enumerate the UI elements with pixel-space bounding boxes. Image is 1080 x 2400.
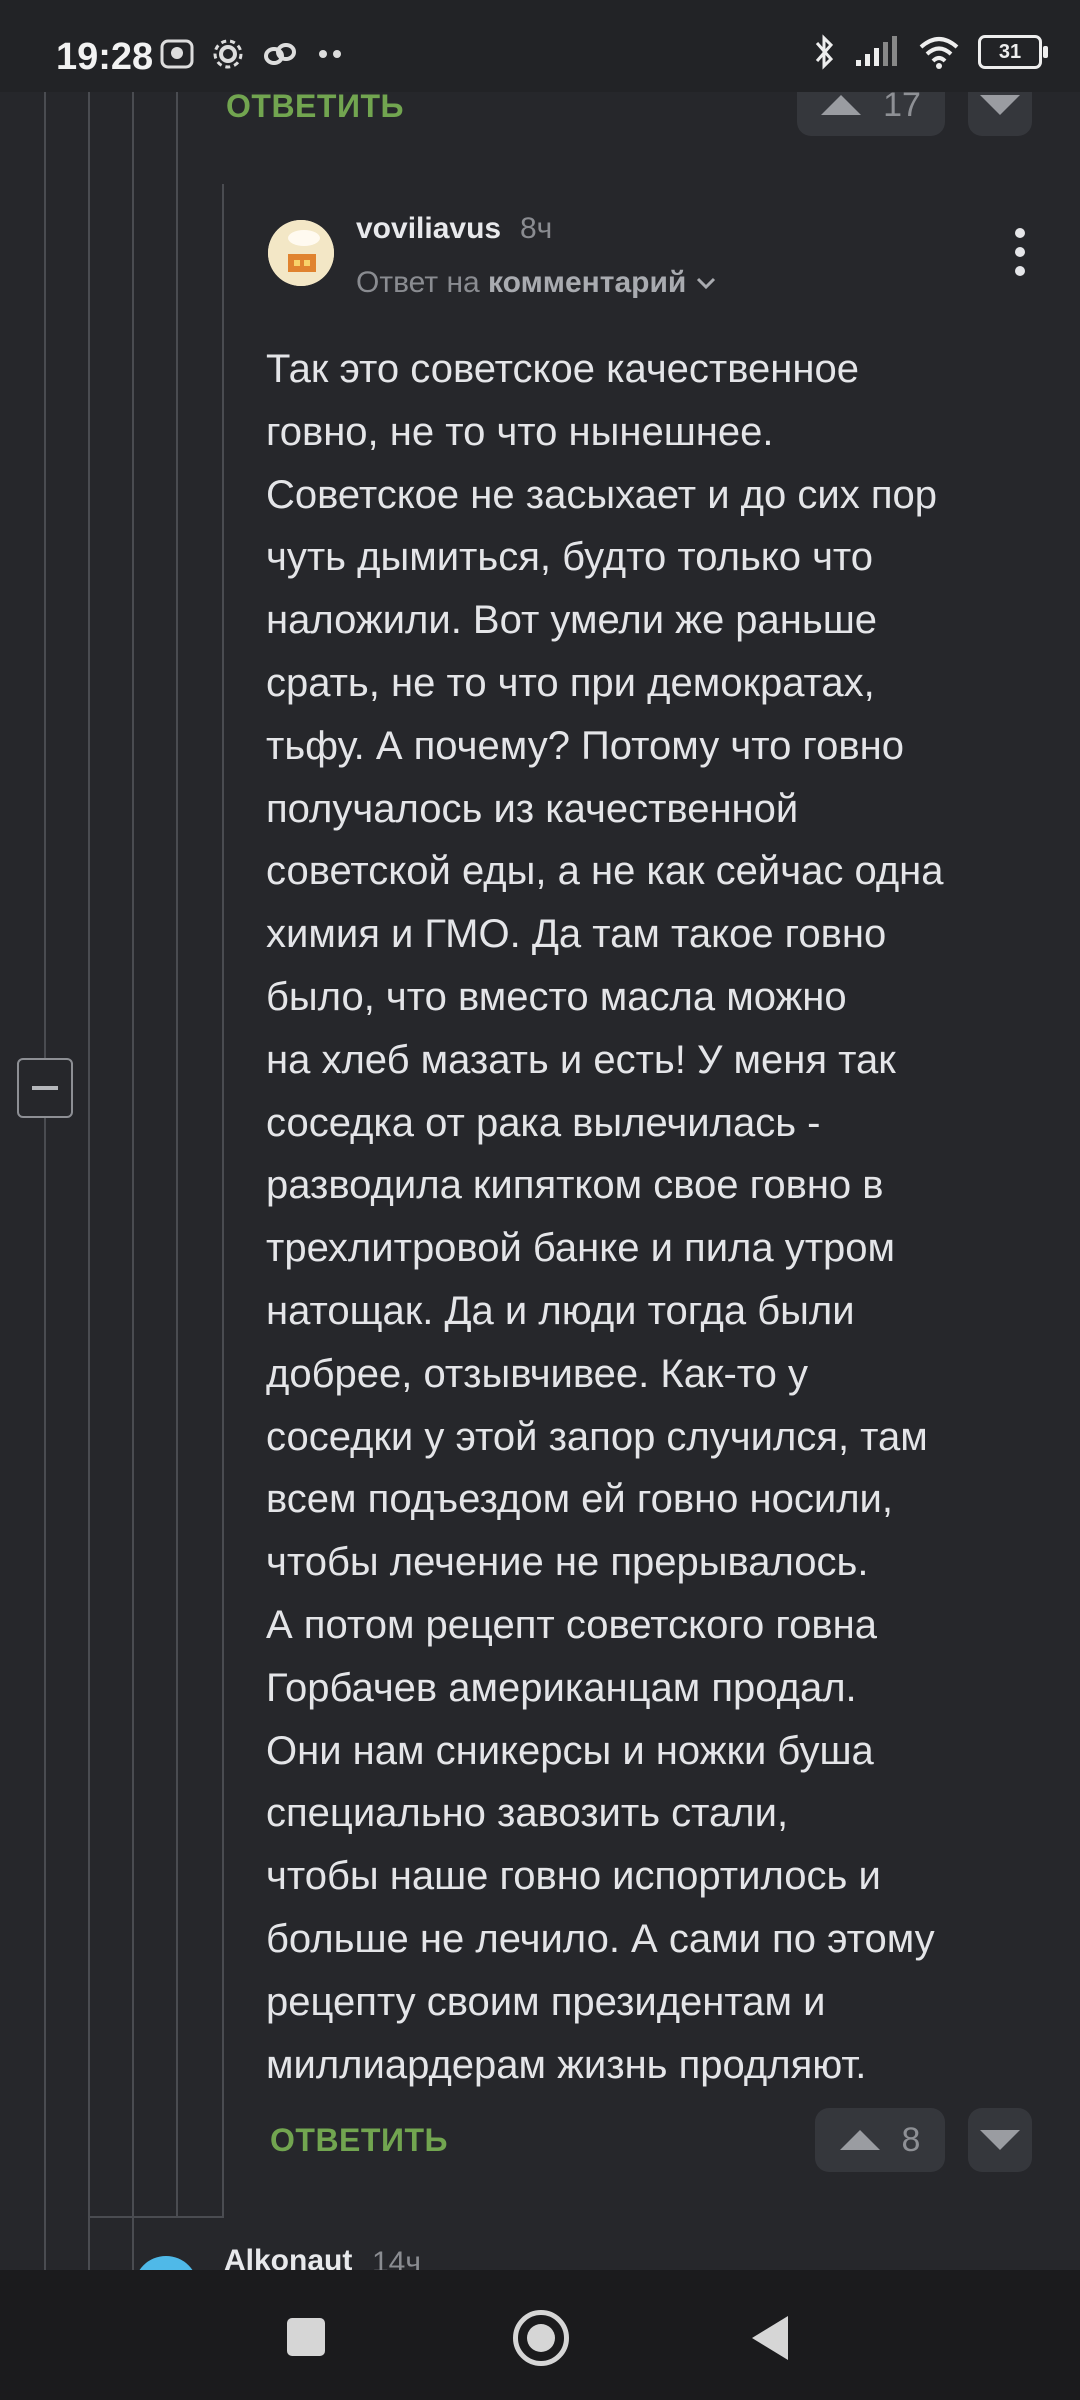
notification-icons — [160, 38, 344, 70]
chevron-down-icon — [696, 277, 715, 290]
avatar[interactable] — [268, 220, 334, 286]
downvote-icon — [980, 2130, 1020, 2150]
comment-line: чуть дымиться, будто только что — [266, 535, 874, 580]
comment-line: на хлеб мазать и есть! У меня так — [266, 1037, 896, 1082]
back-button[interactable] — [752, 2316, 788, 2360]
comment-line: разводила кипятком свое говно в — [266, 1163, 884, 1208]
status-bar: 19:28 31 — [0, 0, 1080, 92]
comment-line: Они нам сникерсы и ножки буша — [266, 1728, 874, 1773]
upvote-icon — [839, 2130, 880, 2150]
comment-line: соседки у этой запор случился, там — [266, 1414, 928, 1459]
more-dots-icon — [319, 50, 341, 58]
battery-level: 31 — [998, 40, 1022, 63]
comment-line: Так это советское качественное — [266, 347, 859, 391]
system-nav-bar — [0, 2270, 1080, 2400]
status-time: 19:28 — [56, 36, 154, 78]
signal-icon — [856, 36, 897, 66]
comment-line: Горбачев американцам продал. — [266, 1665, 857, 1710]
comment-line: натощак. Да и люди тогда были — [266, 1288, 855, 1333]
recents-button[interactable] — [287, 2318, 325, 2356]
avatar-image — [268, 220, 334, 286]
comment-body: Так это советское качественное говно, не… — [266, 338, 1036, 2096]
reply-to-link[interactable]: Ответ на комментарий — [356, 266, 717, 300]
photo-icon — [160, 39, 194, 69]
thread-line — [222, 184, 224, 2218]
thread-line — [132, 92, 134, 2272]
comment-line: советской еды, а не как сейчас одна — [266, 849, 944, 894]
thread-line — [44, 1114, 46, 2274]
comment-line: специально завозить стали, — [266, 1791, 789, 1836]
comment-line: химия и ГМО. Да там такое говно — [266, 912, 887, 957]
comment-author[interactable]: voviliavus — [356, 212, 501, 246]
system-icons: 31 — [814, 34, 1048, 70]
bluetooth-icon — [815, 34, 834, 70]
reply-to-target: комментарий — [488, 266, 687, 299]
comment-score: 8 — [901, 2120, 921, 2159]
battery-icon: 31 — [978, 35, 1048, 69]
comment-line: А потом рецепт советского говна — [266, 1602, 877, 1647]
comment-line: всем подъездом ей говно носили, — [266, 1477, 894, 1522]
comment-line: тьфу. А почему? Потому что говно — [266, 723, 904, 768]
collapse-thread-button[interactable] — [17, 1058, 73, 1118]
comment-line: миллиардерам жизнь продляют. — [266, 2042, 867, 2087]
comment-time: 8ч — [520, 212, 553, 245]
link-icon — [264, 43, 296, 65]
comment-line: Советское не засыхает и до сих пор — [266, 472, 937, 517]
thread-line — [176, 92, 178, 2216]
comment-line: чтобы наше говно испортилось и — [266, 1854, 881, 1899]
upvote-button[interactable]: 8 — [815, 2108, 945, 2172]
upvote-icon — [821, 95, 862, 115]
wifi-icon — [919, 37, 959, 69]
comment-line: трехлитровой банке и пила утром — [266, 1226, 896, 1271]
comment-line: добрее, отзывчивее. Как-то у — [266, 1351, 808, 1396]
more-options-icon[interactable] — [1015, 228, 1027, 276]
reply-button[interactable]: ОТВЕТИТЬ — [270, 2122, 448, 2159]
thread-line — [44, 92, 46, 1072]
downvote-icon — [980, 95, 1020, 115]
reply-to-prefix: Ответ на — [356, 266, 480, 299]
minus-icon — [32, 1086, 58, 1090]
prev-reply-button[interactable]: ОТВЕТИТЬ — [226, 88, 404, 125]
comment-line: срать, не то что при демократах, — [266, 660, 875, 705]
gear-icon — [213, 39, 243, 69]
comment-line: наложили. Вот умели же раньше — [266, 598, 878, 643]
downvote-button[interactable] — [968, 2108, 1032, 2172]
thread-line — [88, 92, 90, 2272]
comment-line: рецепту своим президентам и — [266, 1979, 826, 2024]
comment-line: соседка от рака вылечилась - — [266, 1100, 821, 1145]
comment-line: чтобы лечение не прерывалось. — [266, 1540, 869, 1585]
comment-line: говно, не то что нынешнее. — [266, 409, 774, 454]
comment-line: получалось из качественной — [266, 786, 799, 831]
comment-line: было, что вместо масла можно — [266, 974, 847, 1019]
thread-line — [88, 2216, 222, 2218]
comment-line: больше не лечило. А сами по этому — [266, 1916, 935, 1961]
home-button[interactable] — [513, 2310, 569, 2366]
